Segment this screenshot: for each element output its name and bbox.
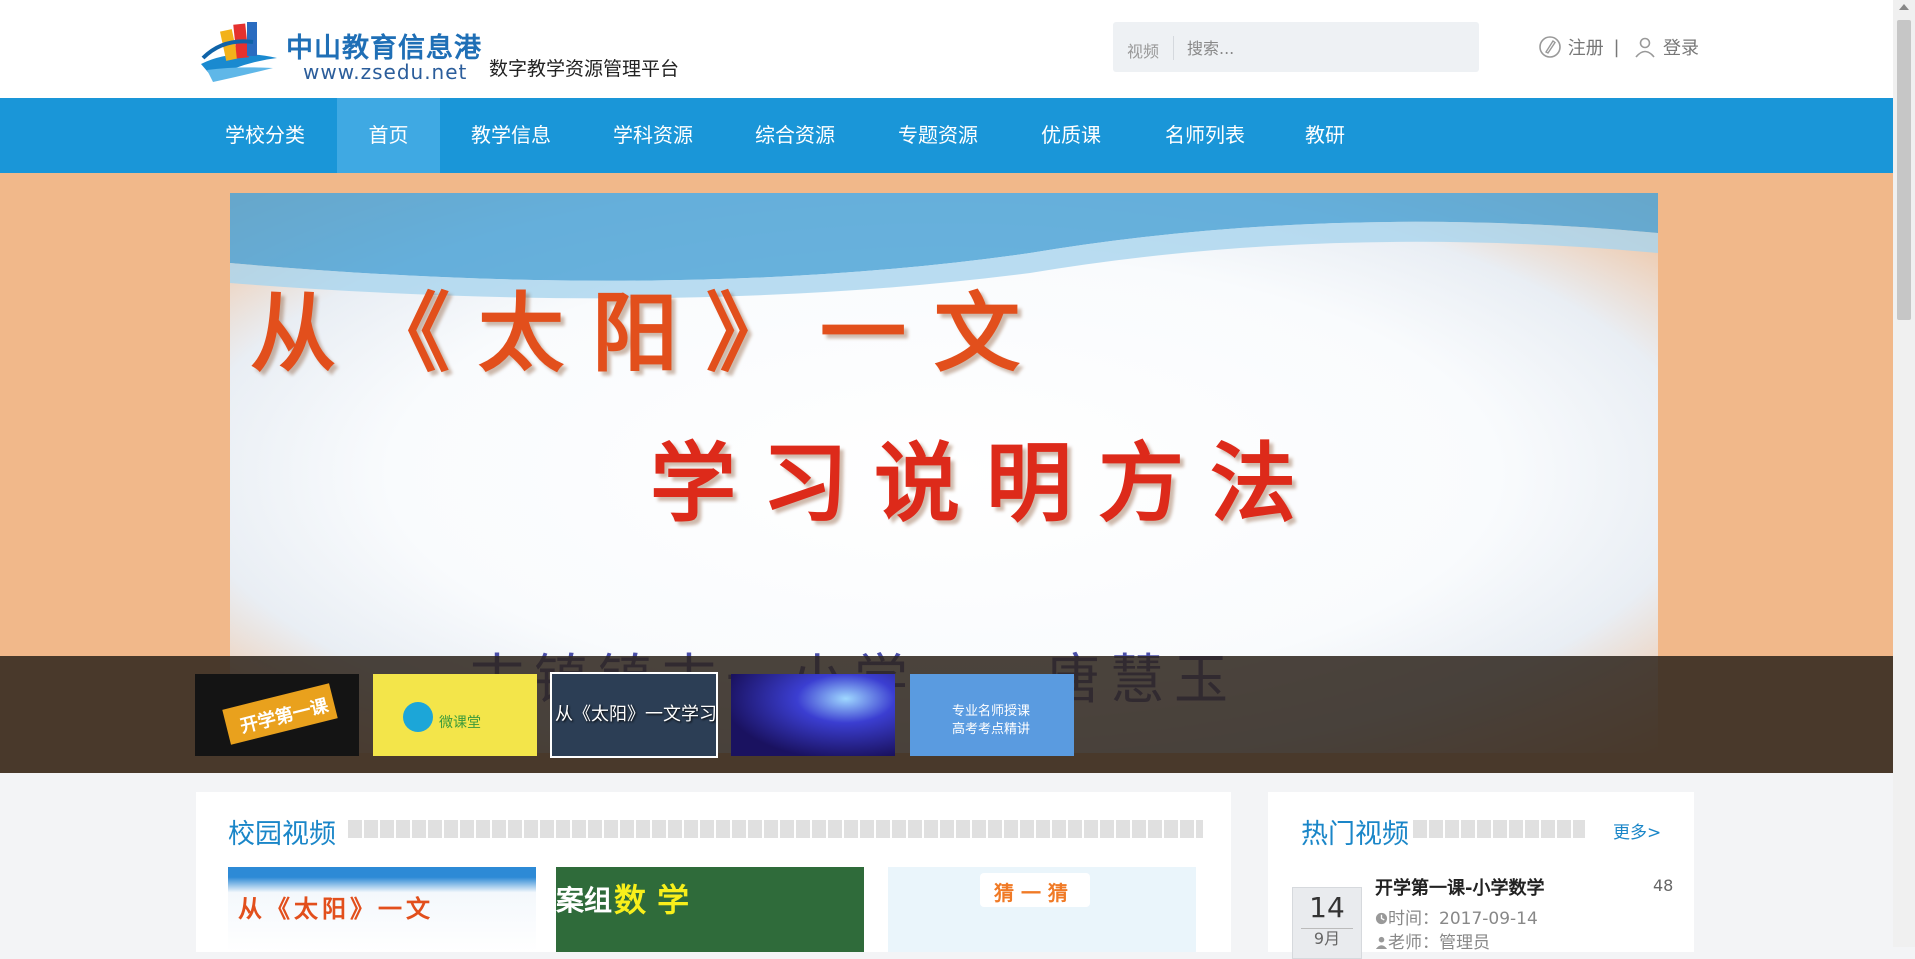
hot-videos-panel: 热门视频 更多> 14 9月 开学第一课-小学数学 48 时间：2017-09-… <box>1268 792 1694 959</box>
campus-video-1-text: 从《太阳》一文 <box>238 894 434 923</box>
campus-videos-panel: 校园视频 从《太阳》一文 案组 数 学 猜 一 猜 <box>196 792 1231 952</box>
banner-thumb-1[interactable]: 开学第一课 <box>195 674 359 756</box>
search-box: 视频 <box>1113 22 1479 72</box>
person-icon <box>1375 936 1388 949</box>
thumb-5-text-line1: 专业名师授课 <box>952 704 1031 719</box>
login-label: 登录 <box>1663 38 1700 59</box>
scrollbar-thumb[interactable] <box>1897 20 1911 320</box>
nav-item-topic-resources[interactable]: 专题资源 <box>879 98 997 173</box>
pen-circle-icon <box>1539 36 1561 58</box>
thumb-3-caption: 从《太阳》一文学习 <box>555 704 716 725</box>
register-link[interactable]: 注册 <box>1538 34 1604 60</box>
campus-video-thumb-3[interactable]: 猜 一 猜 <box>888 867 1196 952</box>
banner-thumb-3[interactable]: 从《太阳》一文学习 <box>550 672 718 758</box>
hot-video-day: 14 <box>1309 891 1345 924</box>
scroll-up-arrow-icon[interactable] <box>1899 4 1909 10</box>
hot-videos-title: 热门视频 <box>1301 819 1409 850</box>
nav-item-teaching-info[interactable]: 教学信息 <box>452 98 570 173</box>
search-input[interactable] <box>1185 34 1469 62</box>
thumb-2-text: 微课堂 <box>439 715 481 731</box>
hero-banner[interactable]: 从《太阳》一文 学习说明方法 古镇镇古一小学 唐慧玉 开学第一课 微课堂 从《太… <box>0 173 1893 773</box>
campus-video-2-prefix: 案组 <box>556 884 613 917</box>
page-scrollbar[interactable] <box>1893 0 1915 947</box>
campus-video-3-text: 猜 一 猜 <box>994 881 1068 905</box>
top-header: 中山教育信息港 www.zsedu.net 数字教学资源管理平台 视频 注册 |… <box>0 0 1893 98</box>
hot-video-time: 时间：2017-09-14 <box>1375 904 1538 929</box>
campus-video-thumb-1[interactable]: 从《太阳》一文 <box>228 867 536 952</box>
nav-item-general-resources[interactable]: 综合资源 <box>736 98 854 173</box>
thumb-2-graphic <box>403 702 433 732</box>
logo-url: www.zsedu.net <box>303 60 468 84</box>
banner-thumb-5[interactable]: 专业名师授课 高考考点精讲 <box>910 674 1074 756</box>
logo-emblem-icon <box>201 22 277 82</box>
banner-title-line1: 从《太阳》一文 <box>250 283 1048 384</box>
section-divider-stripe <box>348 820 1203 838</box>
login-link[interactable]: 登录 <box>1633 34 1699 60</box>
hot-video-title[interactable]: 开学第一课-小学数学 <box>1375 874 1544 900</box>
hot-video-month: 9月 <box>1301 928 1353 949</box>
register-label: 注册 <box>1567 38 1604 59</box>
hot-video-count: 48 <box>1653 876 1674 895</box>
banner-thumbnail-strip: 开学第一课 微课堂 从《太阳》一文学习 专业名师授课 高考考点精讲 <box>0 656 1893 773</box>
hot-video-time-text: 时间：2017-09-14 <box>1388 909 1538 929</box>
nav-item-teacher-list[interactable]: 名师列表 <box>1146 98 1264 173</box>
campus-video-thumb-2[interactable]: 案组 数 学 <box>556 867 864 952</box>
hot-videos-more-link[interactable]: 更多> <box>1613 818 1661 843</box>
banner-thumb-2[interactable]: 微课堂 <box>373 674 537 756</box>
hot-video-teacher: 老师：管理员 <box>1375 928 1490 953</box>
user-links: 注册 | 登录 <box>1538 34 1699 62</box>
site-logo[interactable]: 中山教育信息港 www.zsedu.net <box>193 16 483 88</box>
nav-item-research[interactable]: 教研 <box>1292 98 1358 173</box>
hot-video-teacher-text: 老师：管理员 <box>1388 933 1490 953</box>
user-icon <box>1635 37 1655 58</box>
nav-item-subject-resources[interactable]: 学科资源 <box>594 98 712 173</box>
search-category-select[interactable]: 视频 <box>1127 38 1159 62</box>
search-divider <box>1173 36 1174 60</box>
clock-icon <box>1375 912 1388 925</box>
campus-videos-title: 校园视频 <box>228 819 336 850</box>
user-separator: | <box>1613 36 1620 58</box>
campus-video-2-text: 数 学 <box>614 881 690 919</box>
section-divider-stripe <box>1413 820 1585 838</box>
nav-item-home[interactable]: 首页 <box>337 98 440 173</box>
hot-video-date-badge: 14 9月 <box>1292 887 1362 959</box>
nav-item-quality-courses[interactable]: 优质课 <box>1021 98 1121 173</box>
banner-thumb-4[interactable] <box>731 674 895 756</box>
platform-name: 数字教学资源管理平台 <box>489 58 680 80</box>
main-nav: 学校分类 首页 教学信息 学科资源 综合资源 专题资源 优质课 名师列表 教研 <box>0 98 1893 173</box>
banner-title-line2: 学习说明方法 <box>650 433 1322 534</box>
thumb-5-text-line2: 高考考点精讲 <box>952 722 1031 737</box>
nav-item-school-category[interactable]: 学校分类 <box>205 98 325 173</box>
